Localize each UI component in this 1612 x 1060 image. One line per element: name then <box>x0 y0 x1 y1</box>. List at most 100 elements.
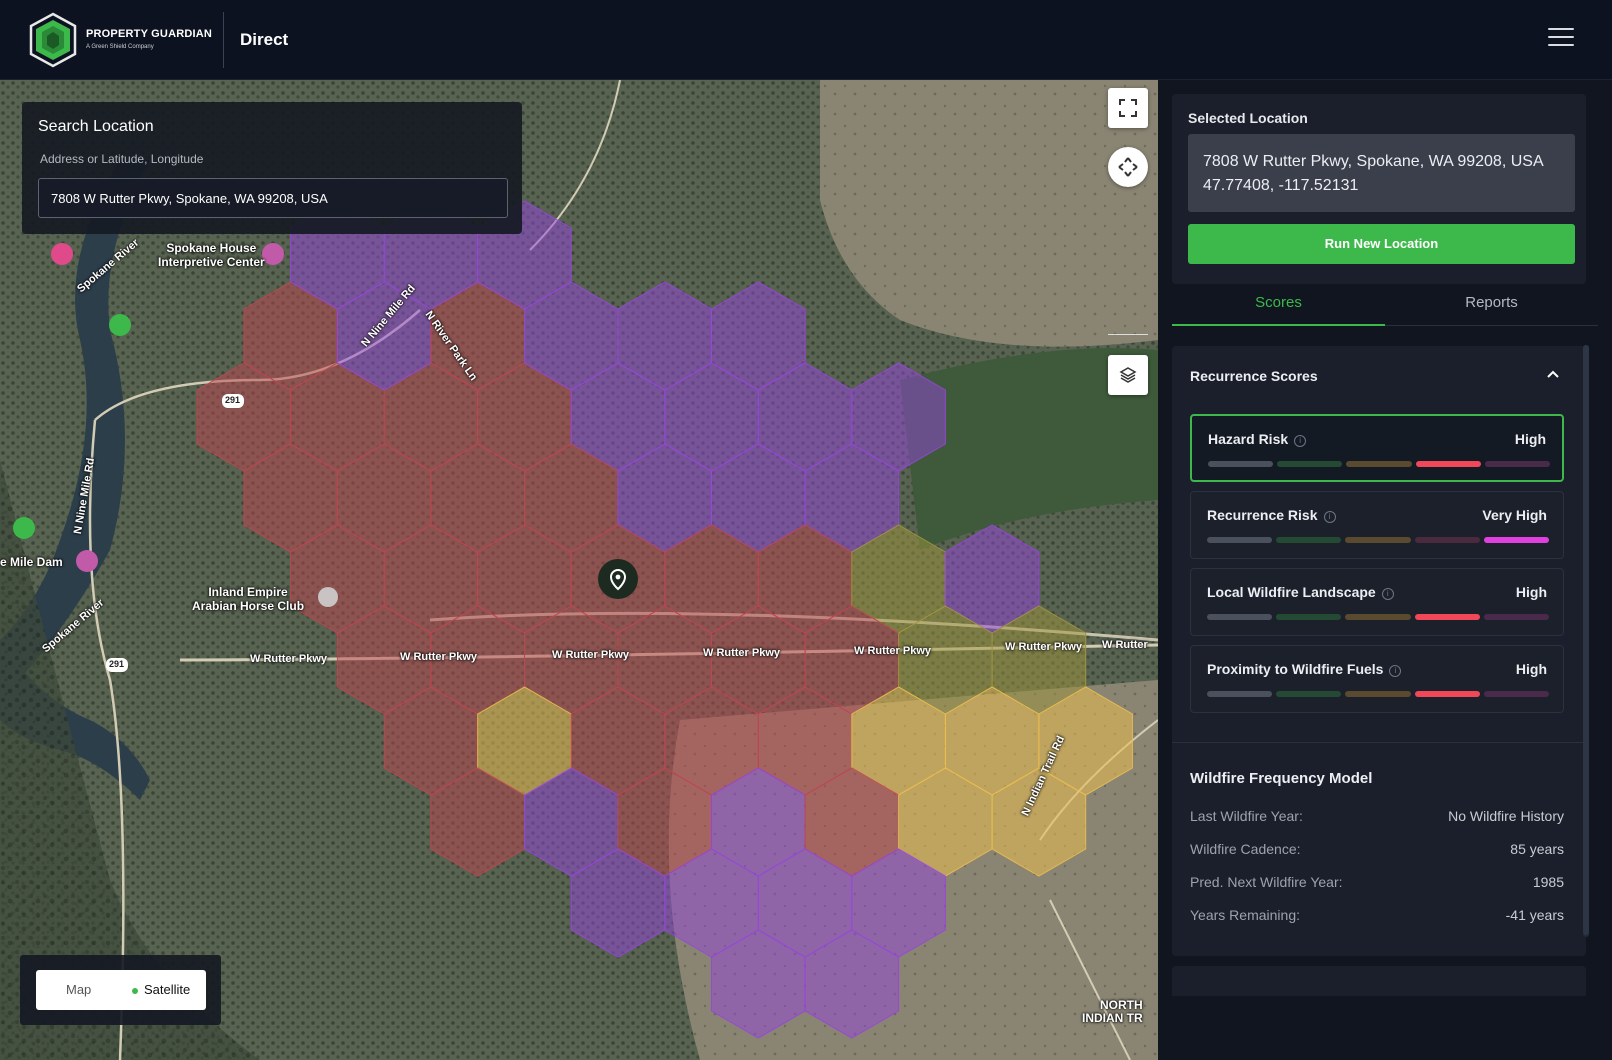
score-item-hazard-risk[interactable]: Hazard Risk i High <box>1190 414 1564 482</box>
map-control-divider <box>1108 334 1148 335</box>
frequency-label: Pred. Next Wildfire Year: <box>1190 874 1343 890</box>
level-segment <box>1207 537 1273 543</box>
frequency-label: Last Wildfire Year: <box>1190 808 1303 824</box>
route-badge-291-b: 291 <box>109 659 125 669</box>
satellite-option[interactable]: Satellite <box>144 982 190 997</box>
map-view[interactable]: Spokane House Interpretive Center Inland … <box>0 80 1158 1060</box>
corner-label-indian-tr: INDIAN TR <box>1082 1011 1143 1025</box>
tab-reports[interactable]: Reports <box>1385 280 1598 326</box>
score-level-bar <box>1208 461 1551 467</box>
road-label-rutter-6: W Rutter Pkwy <box>1005 641 1083 653</box>
recurrence-scores-card: Recurrence Scores Hazard Risk i High Recu… <box>1172 346 1586 956</box>
level-segment <box>1415 461 1481 467</box>
score-level-bar <box>1207 537 1550 543</box>
brand-title: PROPERTY GUARDIAN <box>86 28 213 40</box>
layers-button[interactable] <box>1108 355 1148 395</box>
recenter-button[interactable] <box>1108 147 1148 187</box>
score-level: High <box>1515 661 1547 677</box>
score-name: Local Wildfire Landscape i <box>1207 584 1394 600</box>
scrollbar-thumb[interactable] <box>1583 345 1589 935</box>
top-bar: PROPERTY GUARDIAN A Green Shield Company… <box>0 0 1612 80</box>
fullscreen-icon <box>1119 99 1137 117</box>
level-segment <box>1483 691 1550 697</box>
level-segment <box>1276 691 1342 697</box>
score-item-proximity-to-fuels[interactable]: Proximity to Wildfire Fuels i High <box>1190 645 1564 713</box>
place-label-spokane-house: Spokane House Interpretive Center <box>158 241 265 269</box>
layers-icon <box>1119 367 1137 383</box>
tab-bar: Scores Reports <box>1172 280 1598 326</box>
selected-location-title: Selected Location <box>1188 110 1308 126</box>
app-name: Direct <box>240 30 289 49</box>
selected-coords: 47.77408, -117.52131 <box>1203 177 1359 194</box>
header-divider <box>223 12 224 68</box>
level-segment <box>1345 537 1411 543</box>
score-level: High <box>1514 431 1546 447</box>
info-icon[interactable]: i <box>1323 511 1336 523</box>
selected-dot-icon <box>132 988 138 994</box>
wildfire-frequency-title: Wildfire Frequency Model <box>1190 770 1373 787</box>
frequency-value: 1985 <box>1532 874 1564 890</box>
frequency-value: 85 years <box>1510 841 1564 857</box>
score-level-bar <box>1207 691 1550 697</box>
info-icon[interactable]: i <box>1294 435 1307 447</box>
level-segment <box>1483 614 1550 620</box>
score-name: Hazard Risk i <box>1208 431 1307 447</box>
recurrence-scores-title: Recurrence Scores <box>1190 368 1318 384</box>
hamburger-menu-icon[interactable] <box>1548 28 1574 50</box>
frequency-label: Years Remaining: <box>1190 907 1300 923</box>
road-label-rutter-4: W Rutter Pkwy <box>703 647 781 659</box>
search-input[interactable] <box>38 178 508 218</box>
run-new-location-button[interactable]: Run New Location <box>1188 224 1575 264</box>
score-item-recurrence-risk[interactable]: Recurrence Risk i Very High <box>1190 491 1564 559</box>
level-segment <box>1414 691 1480 697</box>
score-name: Recurrence Risk i <box>1207 507 1336 523</box>
level-segment <box>1414 614 1480 620</box>
search-hint: Address or Latitude, Longitude <box>40 152 204 166</box>
map-option[interactable]: Map <box>66 982 91 997</box>
level-segment <box>1207 691 1273 697</box>
level-segment <box>1345 691 1411 697</box>
route-badge-291-a: 291 <box>225 395 241 405</box>
chevron-up-icon[interactable] <box>1544 366 1562 384</box>
level-segment <box>1276 614 1342 620</box>
map-type-toggle: Map Satellite <box>20 955 221 1025</box>
road-label-rutter-3: W Rutter Pkwy <box>552 649 630 661</box>
search-location-panel: Search Location Address or Latitude, Lon… <box>22 102 522 234</box>
level-segment <box>1208 461 1274 467</box>
frequency-value: -41 years <box>1505 907 1564 923</box>
selected-location-card: Selected Location 7808 W Rutter Pkwy, Sp… <box>1172 94 1586 284</box>
brand: PROPERTY GUARDIAN A Green Shield Company <box>86 28 212 50</box>
brand-subtitle: A Green Shield Company <box>86 44 154 50</box>
corner-label-north: NORTH <box>1100 998 1143 1012</box>
fullscreen-button[interactable] <box>1108 88 1148 128</box>
level-segment <box>1277 461 1343 467</box>
selected-address: 7808 W Rutter Pkwy, Spokane, WA 99208, U… <box>1203 153 1544 170</box>
frequency-label: Wildfire Cadence: <box>1190 841 1301 857</box>
level-segment <box>1207 614 1273 620</box>
next-section-card <box>1172 966 1586 996</box>
place-label-mile-dam: e Mile Dam <box>0 555 63 569</box>
side-panel-scrollbar[interactable] <box>1583 345 1589 937</box>
road-label-rutter-7: W Rutter <box>1102 639 1148 651</box>
level-segment <box>1276 537 1342 543</box>
compass-arrows-icon <box>1118 157 1138 177</box>
map-type-toggle-inner: Map Satellite <box>36 970 206 1010</box>
selected-location-box: 7808 W Rutter Pkwy, Spokane, WA 99208, U… <box>1188 134 1575 212</box>
score-level: High <box>1515 584 1547 600</box>
shield-logo-icon <box>29 12 77 68</box>
road-label-rutter-2: W Rutter Pkwy <box>400 651 478 663</box>
score-item-local-wildfire-landscape[interactable]: Local Wildfire Landscape i High <box>1190 568 1564 636</box>
score-level-bar <box>1207 614 1550 620</box>
score-level: Very High <box>1482 507 1547 523</box>
place-label-horse-club: Inland Empire Arabian Horse Club <box>192 585 305 613</box>
frequency-value: No Wildfire History <box>1448 808 1564 824</box>
level-segment <box>1414 537 1480 543</box>
search-title: Search Location <box>38 118 154 135</box>
score-name: Proximity to Wildfire Fuels i <box>1207 661 1402 677</box>
level-segment <box>1483 537 1550 543</box>
tab-scores[interactable]: Scores <box>1172 280 1385 326</box>
level-segment <box>1345 614 1411 620</box>
info-icon[interactable]: i <box>1381 588 1394 600</box>
road-label-rutter-1: W Rutter Pkwy <box>250 653 328 665</box>
info-icon[interactable]: i <box>1389 665 1402 677</box>
